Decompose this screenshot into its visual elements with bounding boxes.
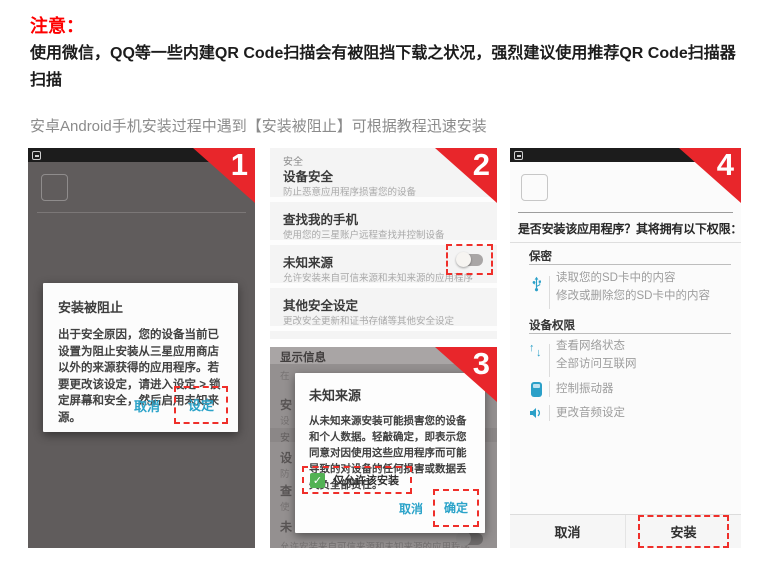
privacy-section-header: 保密 (529, 248, 552, 264)
list-item-subtitle: 防止恶意应用程序损害您的设备 (283, 184, 416, 198)
dimmed-text-fragment: 未 (280, 518, 292, 535)
dimmed-text-fragment: 允许安装来自可信来源和未知来源的应用程序 (280, 539, 470, 548)
speaker-icon (528, 405, 545, 422)
dimmed-text-fragment: 设 (280, 449, 292, 466)
notice-text: 使用微信，QQ等一些内建QR Code扫描会有被阻挡下载之状况，强烈建议使用推荐… (30, 40, 745, 94)
install-button-highlight: 安装 (638, 515, 728, 548)
unknown-sources-subtitle: 允许安装来自可信来源和未知来源的应用程序 (283, 270, 473, 284)
checkbox-label: 仅允许该安装 (333, 472, 399, 488)
install-button[interactable]: 安装 (670, 525, 696, 540)
allow-once-checkbox[interactable]: ✓ (310, 473, 325, 488)
settings-button[interactable]: 设定 (188, 398, 214, 413)
install-blocked-dialog: 安装被阻止 出于安全原因，您的设备当前已设置为阻止安装从三星应用商店以外的来源获… (43, 283, 238, 432)
dimmed-toggle (456, 531, 483, 546)
screenshot-step3: 显示信息 在 安 设 安 设 防 查 使 未 允许安装来自可信来源和未知来源的应… (270, 347, 497, 548)
device-permissions-header: 设备权限 (529, 317, 575, 333)
notification-icon (514, 151, 523, 160)
permission-text: 查看网络状态 全部访问互联网 (556, 337, 637, 373)
divider (529, 264, 731, 265)
cancel-button[interactable]: 取消 (134, 396, 160, 415)
dimmed-text-fragment: 在 (280, 368, 290, 382)
tutorial-subtitle: 安卓Android手机安装过程中遇到【安装被阻止】可根据教程迅速安装 (30, 115, 487, 136)
divider (549, 381, 550, 397)
divider (37, 212, 246, 213)
screenshot-step2: 安全 设备安全 防止恶意应用程序损害您的设备 查找我的手机 使用您的三星账户远程… (270, 148, 497, 339)
list-item-title[interactable]: 设备安全 (283, 166, 333, 185)
unknown-sources-title[interactable]: 未知来源 (283, 252, 333, 271)
step-number: 4 (717, 149, 734, 180)
app-icon-placeholder (521, 174, 548, 201)
ok-button-highlight: 确定 (433, 489, 479, 527)
permission-text: 更改音频设定 (556, 404, 625, 422)
list-item-title[interactable]: 查找我的手机 (283, 209, 358, 228)
list-item-subtitle: 更改安全更新和证书存储等其他安全设定 (283, 313, 454, 327)
step-number: 3 (473, 348, 490, 379)
dialog-title: 安装被阻止 (58, 297, 223, 316)
screenshot-step1: 1 4G 7 安装被阻止 出于安全原因，您的设备当前已设置为阻止安装从三星应用商… (28, 148, 255, 548)
ok-button[interactable]: 确定 (444, 501, 468, 515)
divider (549, 344, 550, 377)
check-icon: ✓ (313, 474, 322, 487)
screenshot-step4: 1 4G 7 是否安装该应用程序？其将拥有以下权限： 保密 读取您的SD卡中的内… (510, 148, 741, 548)
dimmed-text-fragment: 使 (280, 499, 290, 513)
dimmed-text-fragment: 查 (280, 482, 292, 499)
divider (510, 242, 741, 243)
install-question: 是否安装该应用程序？其将拥有以下权限： (518, 220, 741, 237)
step-number: 1 (231, 149, 248, 180)
vibration-icon (528, 381, 545, 398)
divider (549, 276, 550, 309)
cancel-button[interactable]: 取消 (399, 500, 423, 517)
toggle-highlight (446, 244, 493, 275)
dialog-button-bar: 取消 安装 (510, 514, 741, 548)
usb-icon (528, 276, 545, 293)
dimmed-text-fragment: 防 (280, 466, 290, 480)
unknown-sources-toggle[interactable] (456, 252, 483, 267)
permission-text: 控制振动器 (556, 380, 614, 398)
list-item-subtitle: 使用您的三星账户远程查找并控制设备 (283, 227, 445, 241)
step-number: 2 (473, 149, 490, 180)
cancel-button[interactable]: 取消 (510, 522, 625, 541)
divider (518, 212, 733, 213)
dimmed-text-fragment: 安 (280, 396, 292, 413)
tutorial-page: 注意： 使用微信，QQ等一些内建QR Code扫描会有被阻挡下载之状况，强烈建议… (0, 0, 767, 570)
permission-text: 读取您的SD卡中的内容 修改或删除您的SD卡中的内容 (556, 269, 710, 305)
dimmed-text-fragment: 设 (280, 413, 290, 427)
notification-icon (32, 151, 41, 160)
checkbox-highlight: ✓ 仅允许该安装 (302, 466, 412, 494)
divider (549, 405, 550, 421)
divider (270, 283, 497, 288)
network-arrows-icon: ↑ ↓ (528, 344, 545, 361)
app-icon-placeholder (41, 174, 68, 201)
divider (270, 326, 497, 331)
notice-label: 注意： (30, 12, 84, 38)
list-item-title[interactable]: 其他安全设定 (283, 295, 358, 314)
divider (529, 333, 731, 334)
settings-button-highlight: 设定 (174, 386, 228, 424)
